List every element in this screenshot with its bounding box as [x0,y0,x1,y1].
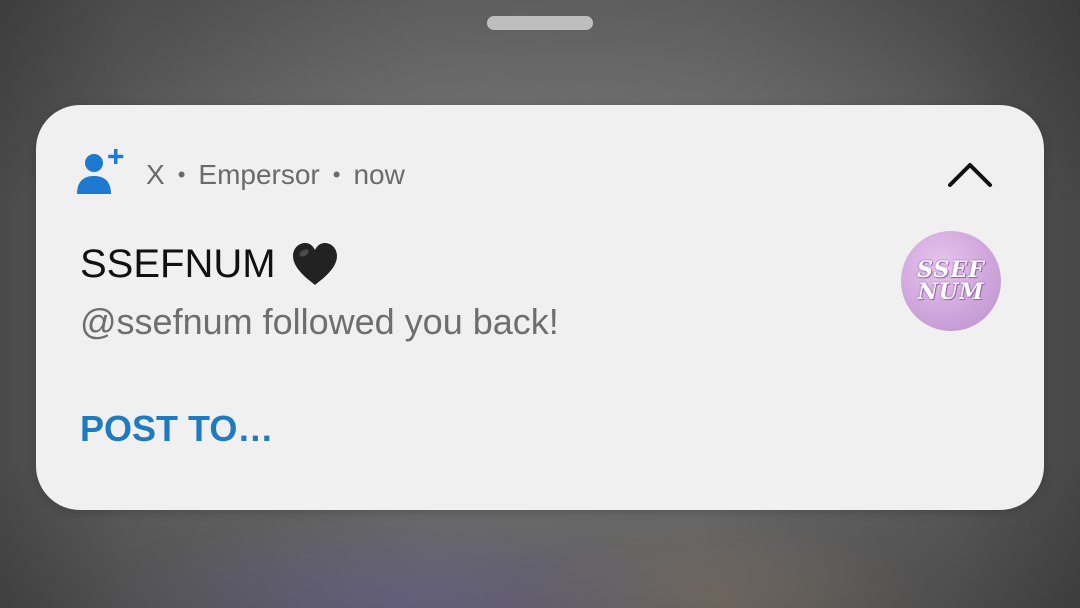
post-to-button[interactable]: POST TO… [80,405,273,453]
notification-message: @ssefnum followed you back! [80,301,559,342]
timestamp: now [353,159,405,190]
account-name: Empersor [198,159,320,190]
black-heart-icon [292,243,337,285]
person-add-icon [77,149,124,194]
title-text: SSEFNUM [80,241,276,286]
collapse-button[interactable] [940,152,1000,198]
avatar-logo-text: SSEF NUM [917,257,985,305]
notification-title: SSEFNUM [80,236,340,292]
avatar: SSEF NUM [901,231,1001,331]
separator-dot: • [332,162,341,187]
separator-dot: • [177,162,186,187]
drag-handle[interactable] [487,16,593,30]
notification-header: X • Empersor • now [146,156,405,194]
app-name: X [146,159,165,190]
chevron-up-icon [948,163,992,187]
